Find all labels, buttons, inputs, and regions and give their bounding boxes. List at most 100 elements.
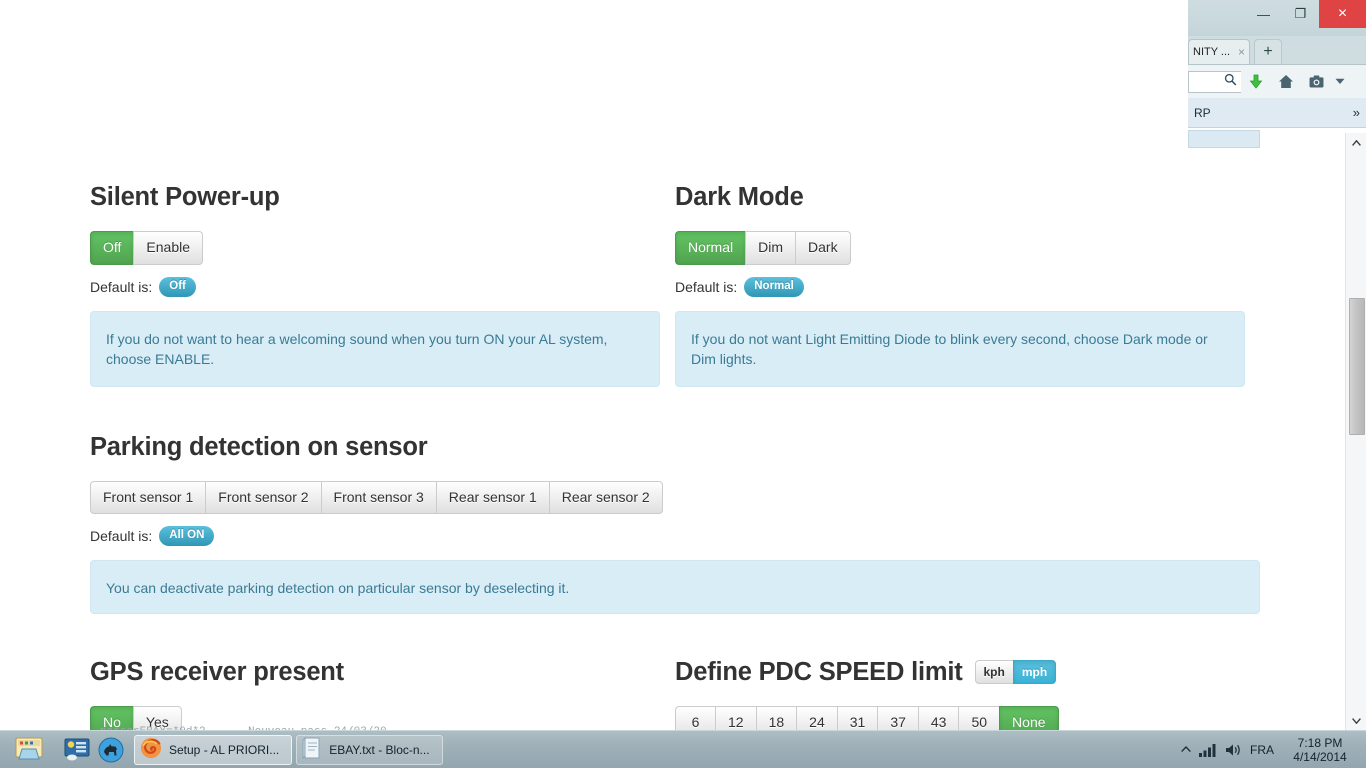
- dark-mode-default: Default is: Normal: [675, 276, 1245, 297]
- quick-launch-bar: [58, 735, 126, 765]
- section-pdc-speed-limit: Define PDC SPEED limit kph mph 6 12 18 2…: [675, 658, 1260, 730]
- tray-overflow-icon[interactable]: [1181, 746, 1191, 753]
- dark-mode-option-dim[interactable]: Dim: [745, 231, 796, 265]
- search-icon[interactable]: [1224, 73, 1237, 91]
- window-controls: — ❐ ×: [1245, 0, 1366, 28]
- pdc-speed-31[interactable]: 31: [836, 706, 878, 730]
- clock-date: 4/14/2014: [1293, 749, 1347, 764]
- browser-viewport-sliver: [1188, 128, 1366, 150]
- status-badge: Off: [159, 276, 196, 297]
- taskbar-item-firefox[interactable]: Setup - AL PRIORI...: [134, 734, 293, 765]
- pdc-speed-18[interactable]: 18: [755, 706, 797, 730]
- page-title-gps-receiver: GPS receiver present: [90, 658, 344, 687]
- network-signal-icon[interactable]: [1199, 743, 1217, 757]
- pdc-speed-12[interactable]: 12: [715, 706, 756, 730]
- silent-power-up-default: Default is: Off: [90, 276, 660, 297]
- section-gps-receiver: GPS receiver present No Yes Default is: …: [90, 658, 675, 730]
- page-title-silent-power-up: Silent Power-up: [90, 183, 280, 211]
- pdc-speed-37[interactable]: 37: [877, 706, 918, 730]
- new-tab-button[interactable]: +: [1254, 39, 1282, 64]
- volume-icon[interactable]: [1225, 743, 1242, 757]
- clock[interactable]: 7:18 PM 4/14/2014: [1282, 736, 1358, 764]
- clock-time: 7:18 PM: [1297, 735, 1343, 750]
- browser-tabstrip: NITY ... × +: [1188, 36, 1366, 64]
- system-tray: FRA 7:18 PM 4/14/2014: [1181, 736, 1366, 764]
- notepad-icon: [302, 736, 322, 762]
- scrollbar-thumb[interactable]: [1349, 298, 1365, 435]
- taskbar-item-label: Setup - AL PRIORI...: [169, 742, 280, 757]
- dark-mode-option-dark[interactable]: Dark: [795, 231, 851, 265]
- file-explorer-icon[interactable]: [0, 731, 58, 768]
- bookmarks-overflow-icon[interactable]: »: [1353, 105, 1360, 120]
- default-label: Default is:: [90, 528, 153, 545]
- page-title-parking-detection: Parking detection on sensor: [90, 432, 428, 461]
- settings-row-1: Silent Power-up Off Enable Default is: O…: [90, 183, 1260, 387]
- section-parking-detection: Parking detection on sensor Front sensor…: [90, 433, 1260, 615]
- dark-mode-info: If you do not want Light Emitting Diode …: [675, 310, 1245, 387]
- control-panel-icon[interactable]: [62, 735, 92, 765]
- pdc-speed-50[interactable]: 50: [958, 706, 1000, 730]
- downloads-icon[interactable]: [1241, 67, 1271, 97]
- pdc-unit-button-group[interactable]: kph mph: [974, 660, 1057, 685]
- pdc-speed-limit-button-group[interactable]: 6 12 18 24 31 37 43 50 None: [675, 706, 1059, 730]
- home-icon[interactable]: [1271, 67, 1301, 97]
- settings-row-3: GPS receiver present No Yes Default is: …: [90, 658, 1260, 730]
- parking-detection-info: You can deactivate parking detection on …: [90, 560, 1260, 615]
- vertical-scrollbar[interactable]: [1345, 133, 1366, 730]
- taskbar-item-notepad[interactable]: EBAY.txt - Bloc-n...: [296, 734, 443, 765]
- parking-sensor-front-3[interactable]: Front sensor 3: [320, 480, 436, 515]
- browser-tab-label: NITY ...: [1193, 46, 1231, 58]
- windows-taskbar: Setup - AL PRIORI... EBAY.txt - Bloc-n..…: [0, 730, 1366, 768]
- settings-row-2: Parking detection on sensor Front sensor…: [90, 433, 1260, 615]
- browser-tab[interactable]: NITY ... ×: [1188, 39, 1250, 64]
- silent-power-up-button-group[interactable]: Off Enable: [90, 231, 204, 265]
- pdc-speed-24[interactable]: 24: [796, 706, 837, 730]
- address-bar[interactable]: [1188, 70, 1241, 93]
- page-title-pdc-speed-limit: Define PDC SPEED limit kph mph: [675, 658, 1245, 686]
- scroll-up-icon[interactable]: [1346, 133, 1366, 152]
- minimize-button[interactable]: —: [1245, 0, 1282, 28]
- settings-container: Silent Power-up Off Enable Default is: O…: [90, 0, 1260, 730]
- language-indicator[interactable]: FRA: [1250, 743, 1274, 757]
- scroll-down-icon[interactable]: [1346, 711, 1366, 730]
- status-badge: All ON: [159, 526, 215, 547]
- parking-sensor-front-2[interactable]: Front sensor 2: [205, 480, 321, 515]
- dark-mode-option-normal[interactable]: Normal: [675, 231, 746, 265]
- parking-detection-button-group[interactable]: Front sensor 1 Front sensor 2 Front sens…: [90, 480, 663, 515]
- screenshot-icon[interactable]: [1301, 67, 1331, 97]
- browser-navbar: [1188, 64, 1366, 98]
- page-title-dark-mode: Dark Mode: [675, 183, 804, 211]
- pdc-speed-43[interactable]: 43: [917, 706, 959, 730]
- browser-titlebar: — ❐ ×: [1188, 0, 1366, 36]
- restore-button[interactable]: ❐: [1282, 0, 1319, 28]
- dark-mode-button-group[interactable]: Normal Dim Dark: [675, 231, 851, 265]
- silent-power-up-option-enable[interactable]: Enable: [133, 231, 204, 265]
- browser-page-content: Silent Power-up Off Enable Default is: O…: [0, 0, 1345, 730]
- taskbar-item-label: EBAY.txt - Bloc-n...: [329, 742, 430, 757]
- pdc-unit-kph[interactable]: kph: [974, 660, 1013, 685]
- pdc-unit-mph[interactable]: mph: [1012, 660, 1057, 685]
- status-badge: Normal: [744, 276, 804, 297]
- taskbar-window-buttons: Setup - AL PRIORI... EBAY.txt - Bloc-n..…: [126, 734, 443, 765]
- parking-sensor-rear-2[interactable]: Rear sensor 2: [548, 480, 663, 515]
- close-icon[interactable]: ×: [1236, 45, 1245, 59]
- chevron-down-icon[interactable]: [1331, 67, 1349, 97]
- default-label: Default is:: [675, 278, 738, 295]
- firefox-browser-window: — ❐ × NITY ... × + RP »: [1188, 0, 1366, 150]
- bookmarks-toolbar: RP »: [1188, 98, 1366, 128]
- parking-sensor-front-1[interactable]: Front sensor 1: [90, 480, 206, 515]
- silent-power-up-option-off[interactable]: Off: [90, 231, 134, 265]
- parking-sensor-rear-1[interactable]: Rear sensor 1: [435, 480, 549, 515]
- close-button[interactable]: ×: [1319, 0, 1366, 28]
- firefox-icon: [140, 737, 162, 762]
- section-silent-power-up: Silent Power-up Off Enable Default is: O…: [90, 183, 675, 387]
- bookmark-item[interactable]: RP: [1194, 106, 1211, 120]
- page-input-field[interactable]: [1188, 130, 1260, 148]
- pdc-speed-limit-title-text: Define PDC SPEED limit: [675, 658, 963, 687]
- pdc-speed-6[interactable]: 6: [675, 706, 715, 730]
- scottie-browser-icon[interactable]: [96, 735, 126, 765]
- desktop-screen: Silent Power-up Off Enable Default is: O…: [0, 0, 1366, 768]
- pdc-speed-none[interactable]: None: [999, 706, 1059, 730]
- section-dark-mode: Dark Mode Normal Dim Dark Default is: No…: [675, 183, 1260, 387]
- silent-power-up-info: If you do not want to hear a welcoming s…: [90, 310, 660, 387]
